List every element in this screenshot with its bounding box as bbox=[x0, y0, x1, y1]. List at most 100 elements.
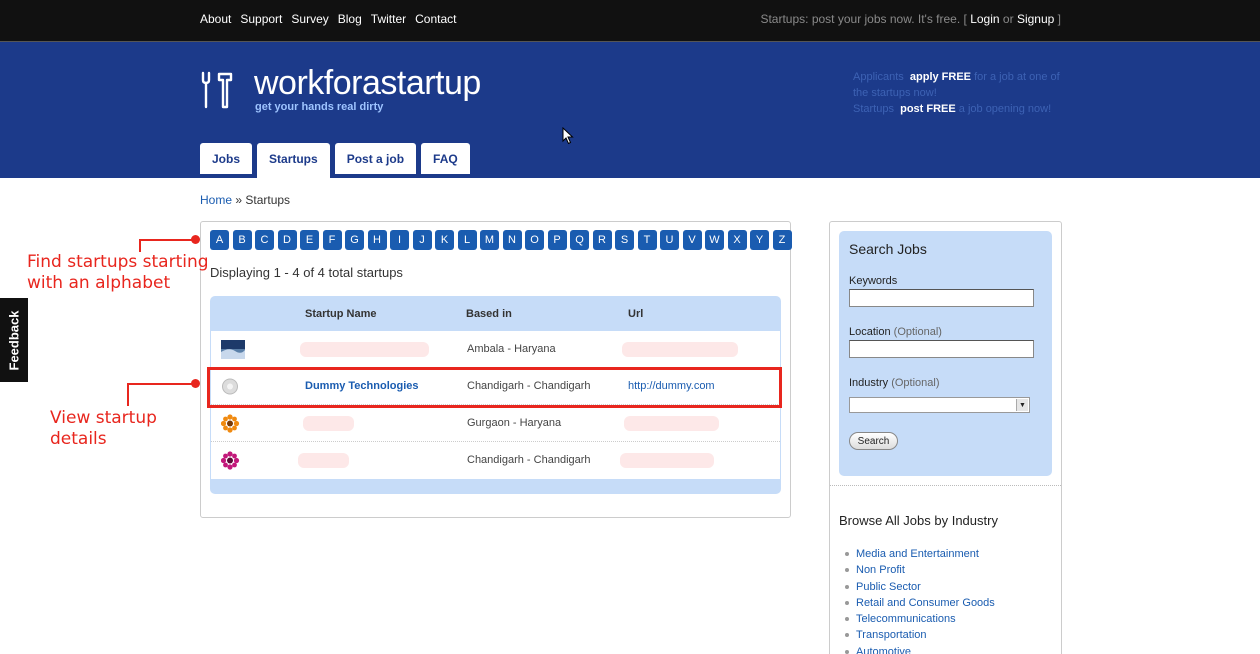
feedback-tab[interactable]: Feedback bbox=[0, 296, 30, 384]
letter-filter-i[interactable]: I bbox=[390, 230, 409, 250]
letter-filter-j[interactable]: J bbox=[412, 230, 432, 250]
location-optional-text: (Optional) bbox=[893, 326, 942, 338]
redacted-url bbox=[622, 342, 738, 357]
nav-link-support[interactable]: Support bbox=[240, 12, 282, 26]
search-button[interactable]: Search bbox=[849, 432, 898, 450]
letter-filter-u[interactable]: U bbox=[660, 230, 679, 250]
nav-link-contact[interactable]: Contact bbox=[415, 12, 456, 26]
letter-filter-n[interactable]: N bbox=[502, 230, 522, 250]
tab-jobs[interactable]: Jobs bbox=[200, 143, 253, 174]
industry-link-retail[interactable]: Retail and Consumer Goods bbox=[845, 595, 995, 611]
signup-link[interactable]: Signup bbox=[1017, 12, 1054, 26]
industry-link-transportation[interactable]: Transportation bbox=[845, 627, 995, 643]
annotation-alphabet: Find startups starting with an alphabet bbox=[27, 252, 209, 293]
table-row[interactable]: Ambala - Haryana bbox=[211, 331, 780, 368]
tab-post-a-job[interactable]: Post a job bbox=[334, 143, 417, 174]
redacted-name bbox=[303, 416, 354, 431]
alphabet-filter: ABCDEFGHIJKLMNOPQRSTUVWXYZ bbox=[210, 230, 792, 250]
breadcrumb-separator: » bbox=[232, 193, 246, 207]
letter-filter-t[interactable]: T bbox=[637, 230, 657, 250]
letter-filter-e[interactable]: E bbox=[300, 230, 319, 250]
keywords-input[interactable] bbox=[849, 289, 1034, 307]
promo-post-free: post FREE bbox=[900, 103, 956, 115]
breadcrumb-current: Startups bbox=[245, 193, 291, 207]
breadcrumb-home[interactable]: Home bbox=[200, 193, 232, 207]
sidebar-divider bbox=[830, 485, 1061, 486]
promo-startups: Startups bbox=[853, 103, 894, 115]
table-header: Startup Name Based in Url bbox=[210, 296, 781, 331]
letter-filter-p[interactable]: P bbox=[547, 230, 567, 250]
nav-link-twitter[interactable]: Twitter bbox=[371, 12, 406, 26]
table-row[interactable]: Gurgaon - Haryana bbox=[211, 405, 780, 442]
location-label: Location (Optional) bbox=[849, 326, 942, 338]
letter-filter-l[interactable]: L bbox=[457, 230, 477, 250]
highlight-box bbox=[207, 367, 782, 408]
industry-select[interactable]: ▼ bbox=[849, 397, 1030, 413]
letter-filter-v[interactable]: V bbox=[682, 230, 702, 250]
industry-link-public-sector[interactable]: Public Sector bbox=[845, 579, 995, 595]
redacted-name bbox=[298, 453, 349, 468]
nav-link-blog[interactable]: Blog bbox=[338, 12, 362, 26]
based-in-cell: Ambala - Haryana bbox=[467, 343, 556, 355]
table-row[interactable]: Chandigarh - Chandigarh bbox=[211, 442, 780, 479]
landscape-thumbnail-icon[interactable] bbox=[221, 340, 245, 359]
column-based-in[interactable]: Based in bbox=[466, 308, 512, 320]
redacted-url bbox=[620, 453, 714, 468]
letter-filter-a[interactable]: A bbox=[210, 230, 229, 250]
nav-link-survey[interactable]: Survey bbox=[291, 12, 328, 26]
letter-filter-o[interactable]: O bbox=[525, 230, 544, 250]
sidebar: Search Jobs Keywords Location (Optional)… bbox=[829, 221, 1062, 654]
promo-apply-free: apply FREE bbox=[909, 71, 972, 83]
column-startup-name[interactable]: Startup Name bbox=[305, 308, 377, 320]
location-input[interactable] bbox=[849, 340, 1034, 358]
letter-filter-w[interactable]: W bbox=[705, 230, 724, 250]
nav-link-about[interactable]: About bbox=[200, 12, 231, 26]
industry-label: Industry (Optional) bbox=[849, 377, 940, 389]
top-bar: About Support Survey Blog Twitter Contac… bbox=[0, 0, 1260, 42]
post-jobs-text: Startups: post your jobs now. It's free.… bbox=[760, 12, 967, 26]
login-link[interactable]: Login bbox=[970, 12, 999, 26]
industry-link-nonprofit[interactable]: Non Profit bbox=[845, 562, 995, 578]
letter-filter-m[interactable]: M bbox=[480, 230, 499, 250]
search-jobs-title: Search Jobs bbox=[849, 241, 927, 257]
letter-filter-z[interactable]: Z bbox=[772, 230, 792, 250]
feedback-label: Feedback bbox=[6, 310, 22, 370]
letter-filter-b[interactable]: B bbox=[232, 230, 252, 250]
mouse-cursor-icon bbox=[562, 127, 574, 145]
main-tabs: Jobs Startups Post a job FAQ bbox=[200, 143, 470, 178]
brand-name[interactable]: workforastartup bbox=[254, 64, 481, 103]
letter-filter-f[interactable]: F bbox=[322, 230, 342, 250]
letter-filter-s[interactable]: S bbox=[615, 230, 634, 250]
letter-filter-c[interactable]: C bbox=[255, 230, 274, 250]
letter-filter-q[interactable]: Q bbox=[570, 230, 589, 250]
promo-text: Applicants apply FREE for a job at one o… bbox=[853, 69, 1063, 117]
column-url[interactable]: Url bbox=[628, 308, 643, 320]
industry-link-media[interactable]: Media and Entertainment bbox=[845, 546, 995, 562]
tab-faq[interactable]: FAQ bbox=[421, 143, 470, 174]
industry-label-text: Industry bbox=[849, 377, 889, 389]
redacted-url bbox=[624, 416, 719, 431]
industry-list: Media and Entertainment Non Profit Publi… bbox=[845, 546, 995, 654]
letter-filter-k[interactable]: K bbox=[435, 230, 454, 250]
letter-filter-d[interactable]: D bbox=[277, 230, 297, 250]
tab-startups[interactable]: Startups bbox=[257, 143, 330, 178]
redacted-name bbox=[300, 342, 429, 357]
top-right-text: Startups: post your jobs now. It's free.… bbox=[760, 12, 1061, 26]
chevron-down-icon[interactable]: ▼ bbox=[1016, 399, 1028, 411]
tools-logo-icon[interactable] bbox=[200, 70, 234, 110]
letter-filter-y[interactable]: Y bbox=[750, 230, 769, 250]
letter-filter-r[interactable]: R bbox=[592, 230, 612, 250]
search-jobs-box: Search Jobs Keywords Location (Optional)… bbox=[839, 231, 1052, 476]
flower-pink-thumbnail-icon[interactable] bbox=[221, 451, 245, 470]
based-in-cell: Gurgaon - Haryana bbox=[467, 417, 562, 429]
letter-filter-g[interactable]: G bbox=[345, 230, 364, 250]
industry-optional-text: (Optional) bbox=[891, 377, 940, 389]
letter-filter-x[interactable]: X bbox=[727, 230, 747, 250]
annotation-details: View startup details bbox=[50, 408, 157, 449]
industry-link-telecom[interactable]: Telecommunications bbox=[845, 611, 995, 627]
industry-link-automotive[interactable]: Automotive bbox=[845, 644, 995, 654]
promo-applicants: Applicants bbox=[853, 71, 904, 83]
close-bracket-text: ] bbox=[1057, 12, 1061, 26]
letter-filter-h[interactable]: H bbox=[367, 230, 387, 250]
flower-orange-thumbnail-icon[interactable] bbox=[221, 414, 245, 433]
